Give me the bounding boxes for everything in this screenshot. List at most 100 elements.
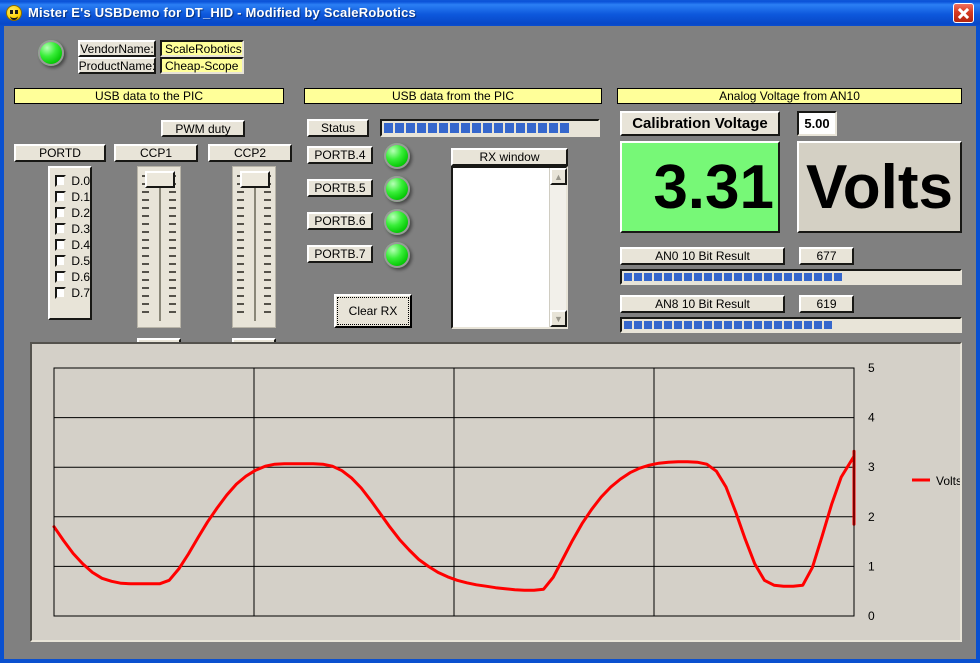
ccp2-label: CCP2 — [208, 144, 292, 162]
progress-block — [784, 273, 792, 281]
portd-checkbox-group: D.0 D.1 D.2 D.3 D.4 D.5 — [48, 166, 92, 320]
checkbox-d2[interactable] — [55, 207, 66, 219]
window-border-bottom — [0, 659, 980, 663]
checkbox-d6-label: D.6 — [71, 270, 90, 284]
portb5-led — [384, 176, 410, 202]
progress-block — [814, 321, 822, 329]
checkbox-d0[interactable] — [55, 175, 66, 187]
chart-canvas: 012345Volts — [32, 344, 960, 640]
chart-ytick-label: 0 — [868, 609, 875, 623]
portd-bit-row[interactable]: D.0 — [55, 173, 90, 189]
chart-ytick-label: 2 — [868, 510, 875, 524]
progress-block — [472, 123, 481, 133]
progress-block — [654, 273, 662, 281]
voltage-units-label: Volts — [797, 141, 962, 233]
checkbox-d7[interactable] — [55, 287, 66, 299]
checkbox-d0-label: D.0 — [71, 174, 90, 188]
legend-label: Volts — [936, 474, 960, 488]
checkbox-d1-label: D.1 — [71, 190, 90, 204]
portd-bit-row[interactable]: D.4 — [55, 237, 90, 253]
progress-block — [724, 273, 732, 281]
portd-label: PORTD — [14, 144, 106, 162]
ccp2-slider-thumb[interactable] — [240, 171, 270, 188]
portd-bit-row[interactable]: D.7 — [55, 285, 90, 301]
progress-block — [494, 123, 503, 133]
tx-panel-header: USB data to the PIC — [14, 88, 284, 104]
portb4-led — [384, 143, 410, 169]
pwm-duty-label: PWM duty — [161, 120, 245, 137]
chevron-down-icon[interactable]: ▼ — [550, 310, 567, 327]
an8-result-label: AN8 10 Bit Result — [620, 295, 785, 313]
progress-block — [764, 321, 772, 329]
an0-result-label: AN0 10 Bit Result — [620, 247, 785, 265]
vendor-name-label: VendorName: — [78, 40, 156, 57]
portb5-label: PORTB.5 — [307, 179, 373, 197]
portd-bit-row[interactable]: D.5 — [55, 253, 90, 269]
progress-block — [834, 273, 842, 281]
portb7-led — [384, 242, 410, 268]
progress-block — [694, 273, 702, 281]
progress-block — [634, 273, 642, 281]
checkbox-d1[interactable] — [55, 191, 66, 203]
progress-block — [664, 273, 672, 281]
smiley-icon — [6, 5, 22, 21]
progress-block — [724, 321, 732, 329]
ccp1-ticks-left — [142, 175, 149, 319]
chart-ytick-label: 1 — [868, 559, 875, 573]
an8-result-value: 619 — [799, 295, 854, 313]
progress-block — [774, 273, 782, 281]
portd-bit-row[interactable]: D.3 — [55, 221, 90, 237]
ccp1-slider-line — [159, 181, 161, 321]
portb7-label: PORTB.7 — [307, 245, 373, 263]
clear-rx-button[interactable]: Clear RX — [334, 294, 412, 328]
rx-window-textarea[interactable]: ▲ ▼ — [451, 166, 568, 329]
title-bar: Mister E's USBDemo for DT_HID - Modified… — [0, 0, 980, 26]
ccp1-slider-thumb[interactable] — [145, 171, 175, 188]
progress-block — [644, 321, 652, 329]
progress-block — [714, 321, 722, 329]
ccp2-slider[interactable] — [232, 166, 276, 328]
progress-block — [674, 273, 682, 281]
checkbox-d4[interactable] — [55, 239, 66, 251]
progress-block — [754, 273, 762, 281]
window-title: Mister E's USBDemo for DT_HID - Modified… — [28, 4, 416, 22]
product-name-label: ProductName: — [78, 57, 156, 74]
voltage-chart: 012345Volts — [30, 342, 962, 642]
ccp1-ticks-right — [169, 175, 176, 319]
rx-panel-header: USB data from the PIC — [304, 88, 602, 104]
portd-bit-row[interactable]: D.1 — [55, 189, 90, 205]
progress-block — [684, 321, 692, 329]
rx-scrollbar[interactable]: ▲ ▼ — [549, 168, 566, 327]
portd-bit-row[interactable]: D.2 — [55, 205, 90, 221]
portd-bit-row[interactable]: D.6 — [55, 269, 90, 285]
calibration-voltage-label: Calibration Voltage — [620, 111, 780, 136]
checkbox-d5[interactable] — [55, 255, 66, 267]
portb6-label: PORTB.6 — [307, 212, 373, 230]
voltage-readout: 3.31 — [620, 141, 780, 233]
progress-block — [794, 273, 802, 281]
status-label: Status — [307, 119, 369, 137]
portb4-label: PORTB.4 — [307, 146, 373, 164]
progress-block — [417, 123, 426, 133]
checkbox-d6[interactable] — [55, 271, 66, 283]
progress-block — [527, 123, 536, 133]
close-icon[interactable] — [953, 3, 974, 23]
chevron-up-icon[interactable]: ▲ — [550, 168, 567, 185]
ccp1-slider[interactable] — [137, 166, 181, 328]
progress-block — [395, 123, 404, 133]
progress-block — [384, 123, 393, 133]
progress-block — [774, 321, 782, 329]
progress-block — [560, 123, 569, 133]
progress-block — [624, 273, 632, 281]
vendor-name-value: ScaleRobotics — [160, 40, 244, 57]
chart-ytick-label: 5 — [868, 361, 875, 375]
ccp1-label: CCP1 — [114, 144, 198, 162]
progress-block — [664, 321, 672, 329]
client-area: VendorName: ProductName: ScaleRobotics C… — [4, 26, 976, 659]
progress-block — [744, 321, 752, 329]
window-border-right — [976, 26, 980, 663]
calibration-voltage-input[interactable]: 5.00 — [797, 111, 837, 136]
checkbox-d3[interactable] — [55, 223, 66, 235]
progress-block — [516, 123, 525, 133]
progress-block — [483, 123, 492, 133]
